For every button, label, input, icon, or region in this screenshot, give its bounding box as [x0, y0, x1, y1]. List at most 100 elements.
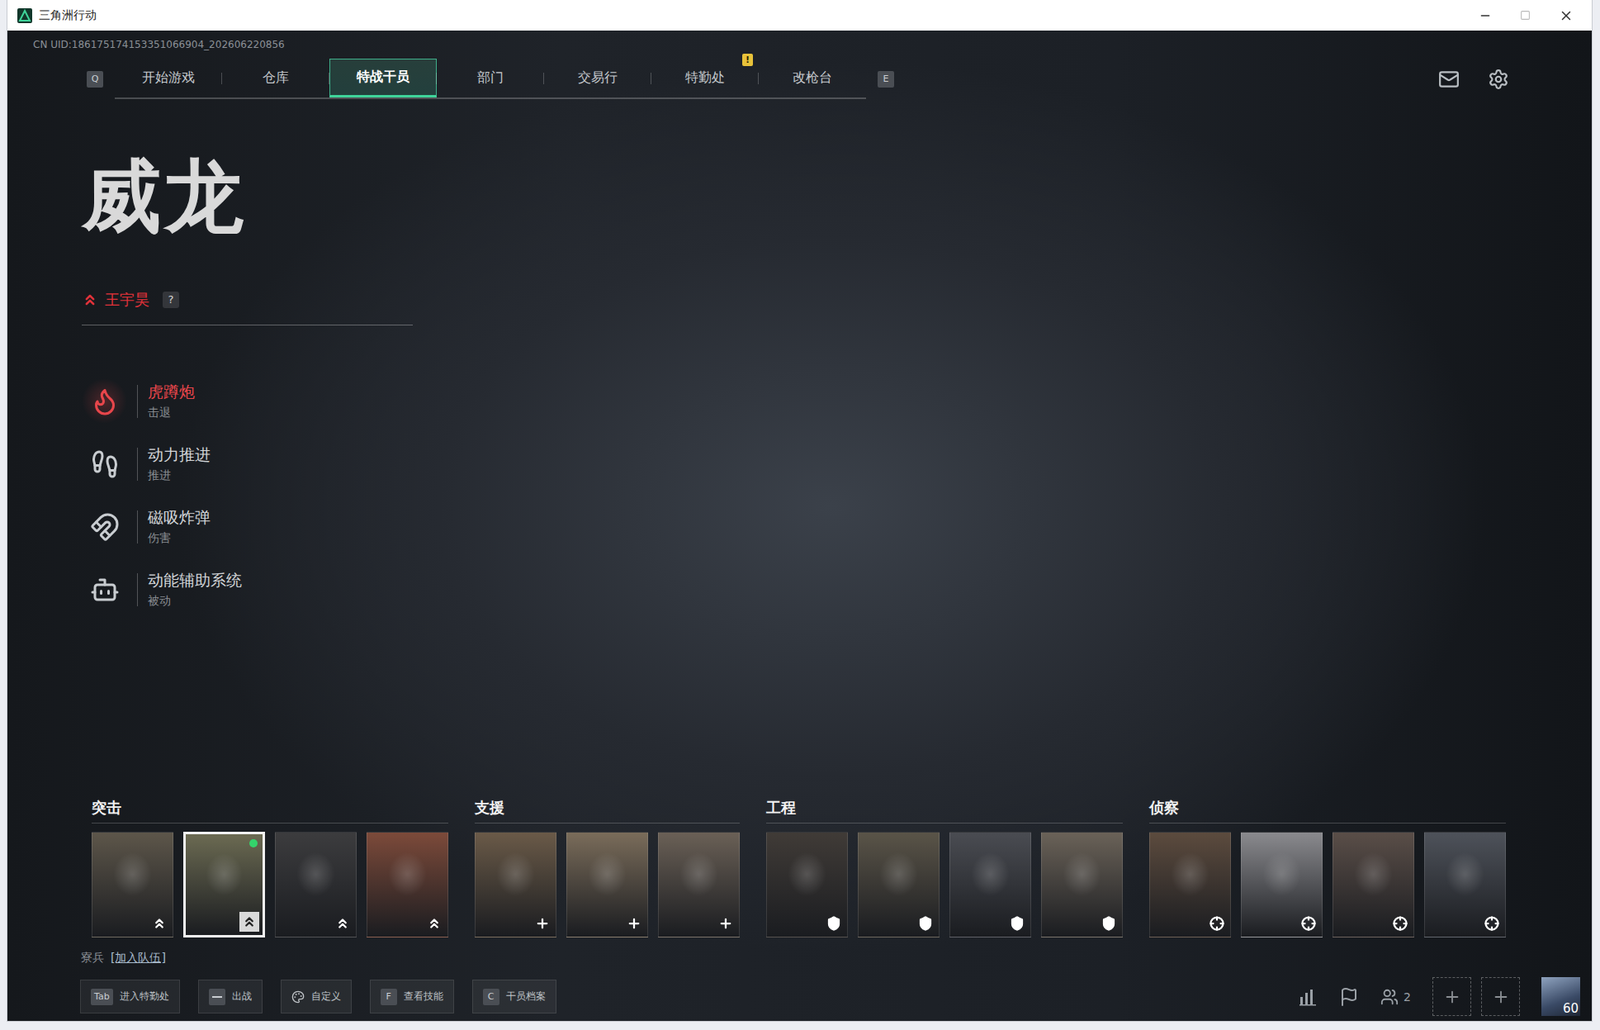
- key-hint[interactable]: 出战: [198, 979, 263, 1014]
- mail-icon[interactable]: [1438, 68, 1460, 90]
- squad-slots: [1432, 976, 1520, 1016]
- skill-item[interactable]: 动能辅助系统被动: [81, 558, 1592, 621]
- skill-icon: [89, 511, 120, 542]
- roster-group: 突击: [91, 797, 449, 938]
- role-badge: [532, 913, 553, 933]
- join-team-link[interactable]: [加入队伍]: [110, 948, 166, 966]
- group-label: 支援: [474, 797, 740, 824]
- recon-role-icon: [1209, 915, 1225, 931]
- skill-item[interactable]: 虎蹲炮击退: [81, 369, 1592, 433]
- recruit-row: 寮兵 [加入队伍]: [7, 948, 1592, 966]
- portrait-row: [474, 831, 740, 938]
- nav-tab[interactable]: 开始游戏: [114, 58, 223, 98]
- skill-text: 动能辅助系统被动: [147, 569, 242, 609]
- operator-roster: 突击支援工程侦察: [7, 797, 1592, 938]
- operator-real-name: 王宇昊: [104, 289, 150, 310]
- squad-tools: 2 60: [1297, 976, 1581, 1016]
- title-bar: 三角洲行动: [7, 0, 1592, 31]
- player-avatar[interactable]: 60: [1541, 976, 1581, 1016]
- operator-portrait[interactable]: [183, 831, 266, 938]
- nav-tab[interactable]: 交易行: [544, 58, 652, 98]
- customize-icon: [291, 989, 305, 1004]
- maximize-icon[interactable]: [1519, 9, 1531, 21]
- plus-icon: [1491, 987, 1511, 1006]
- squad-count-label: 2: [1403, 989, 1411, 1004]
- prev-tab-key[interactable]: Q: [86, 71, 104, 88]
- nav-tab[interactable]: 部门: [436, 58, 545, 98]
- key-cap: C: [482, 988, 500, 1005]
- header: CN UID:186175174153351066904_20260622085…: [7, 30, 1592, 100]
- operator-portrait[interactable]: [1332, 831, 1415, 938]
- key-cap: Tab: [90, 988, 114, 1005]
- minimize-icon[interactable]: [1478, 9, 1492, 23]
- alert-badge: !: [742, 53, 753, 67]
- operator-portrait[interactable]: [657, 831, 740, 938]
- operator-portrait[interactable]: [566, 831, 649, 938]
- engineer-role-icon: [826, 915, 842, 931]
- skill-item[interactable]: 动力推进推进: [81, 432, 1592, 496]
- operator-portrait[interactable]: [857, 831, 940, 938]
- assault-role-icon: [241, 913, 257, 929]
- nav-tab[interactable]: 改枪台: [758, 58, 867, 98]
- role-badge: [715, 913, 736, 933]
- key-hint[interactable]: Tab 进入特勤处: [80, 979, 180, 1014]
- flag-icon[interactable]: [1339, 986, 1359, 1007]
- next-tab-key[interactable]: E: [877, 71, 895, 88]
- operator-subtitle: 王宇昊?: [81, 289, 1592, 310]
- people-icon: [1380, 987, 1399, 1006]
- recruit-label: 寮兵: [80, 948, 105, 966]
- key-cap: F: [380, 988, 398, 1005]
- support-role-icon: [534, 915, 550, 931]
- assault-role-icon: [81, 291, 99, 308]
- skill-icon-box: [81, 503, 128, 550]
- group-label: 突击: [91, 797, 449, 824]
- operator-panel: 威龙王宇昊?虎蹲炮击退动力推进推进磁吸炸弹伤害动能辅助系统被动: [81, 152, 1592, 621]
- operator-portrait[interactable]: [1424, 831, 1506, 938]
- nav-tab[interactable]: 特勤处!: [651, 58, 759, 98]
- role-badge: [1007, 913, 1028, 933]
- key-hint[interactable]: 自定义: [280, 979, 352, 1014]
- empty-slot[interactable]: [1481, 976, 1520, 1016]
- group-label: 侦察: [1149, 797, 1506, 824]
- operator-portrait[interactable]: [949, 831, 1032, 938]
- role-badge: [915, 913, 936, 933]
- role-badge: [1390, 913, 1411, 933]
- role-badge: [424, 913, 445, 933]
- operator-portrait[interactable]: [1149, 831, 1231, 938]
- skill-separator: [137, 384, 138, 418]
- operator-portrait[interactable]: [274, 831, 357, 938]
- roster-group: 工程: [766, 797, 1123, 938]
- engineer-role-icon: [918, 915, 933, 931]
- operator-portrait[interactable]: [366, 831, 449, 938]
- nav-tab[interactable]: 特战干员: [329, 58, 437, 98]
- operator-portrait[interactable]: [91, 831, 174, 938]
- skill-item[interactable]: 磁吸炸弹伤害: [81, 495, 1592, 559]
- key-hint[interactable]: F查看技能: [369, 979, 455, 1014]
- bottom-bar: Tab 进入特勤处 出战自定义 F查看技能 C干员档案 2 60: [7, 976, 1592, 1021]
- skill-icon-box: [81, 378, 128, 424]
- game-screen: CN UID:186175174153351066904_20260622085…: [7, 30, 1592, 1021]
- squad-count[interactable]: 2: [1380, 987, 1411, 1006]
- stats-icon[interactable]: [1297, 986, 1318, 1007]
- nav-tab[interactable]: 仓库: [222, 58, 330, 98]
- operator-portrait[interactable]: [1240, 831, 1323, 938]
- recon-role-icon: [1301, 915, 1316, 931]
- operator-portrait[interactable]: [1041, 831, 1123, 938]
- empty-slot[interactable]: [1432, 976, 1472, 1016]
- skill-list: 虎蹲炮击退动力推进推进磁吸炸弹伤害动能辅助系统被动: [81, 369, 1592, 621]
- close-icon[interactable]: [1558, 8, 1574, 24]
- space-key-icon: [208, 988, 226, 1005]
- recon-role-icon: [1392, 915, 1408, 931]
- key-hint[interactable]: C干员档案: [472, 979, 557, 1014]
- skill-separator: [137, 510, 138, 544]
- operator-portrait[interactable]: [474, 831, 557, 938]
- operator-portrait[interactable]: [766, 831, 848, 938]
- skill-type: 被动: [147, 593, 242, 609]
- gear-icon[interactable]: [1487, 68, 1510, 90]
- help-button[interactable]: ?: [162, 291, 180, 308]
- app-logo-icon: [17, 8, 33, 24]
- hint-label: 进入特勤处: [119, 989, 170, 1004]
- skill-type: 推进: [147, 468, 211, 483]
- role-badge: [1207, 913, 1227, 933]
- engineer-role-icon: [1009, 915, 1025, 931]
